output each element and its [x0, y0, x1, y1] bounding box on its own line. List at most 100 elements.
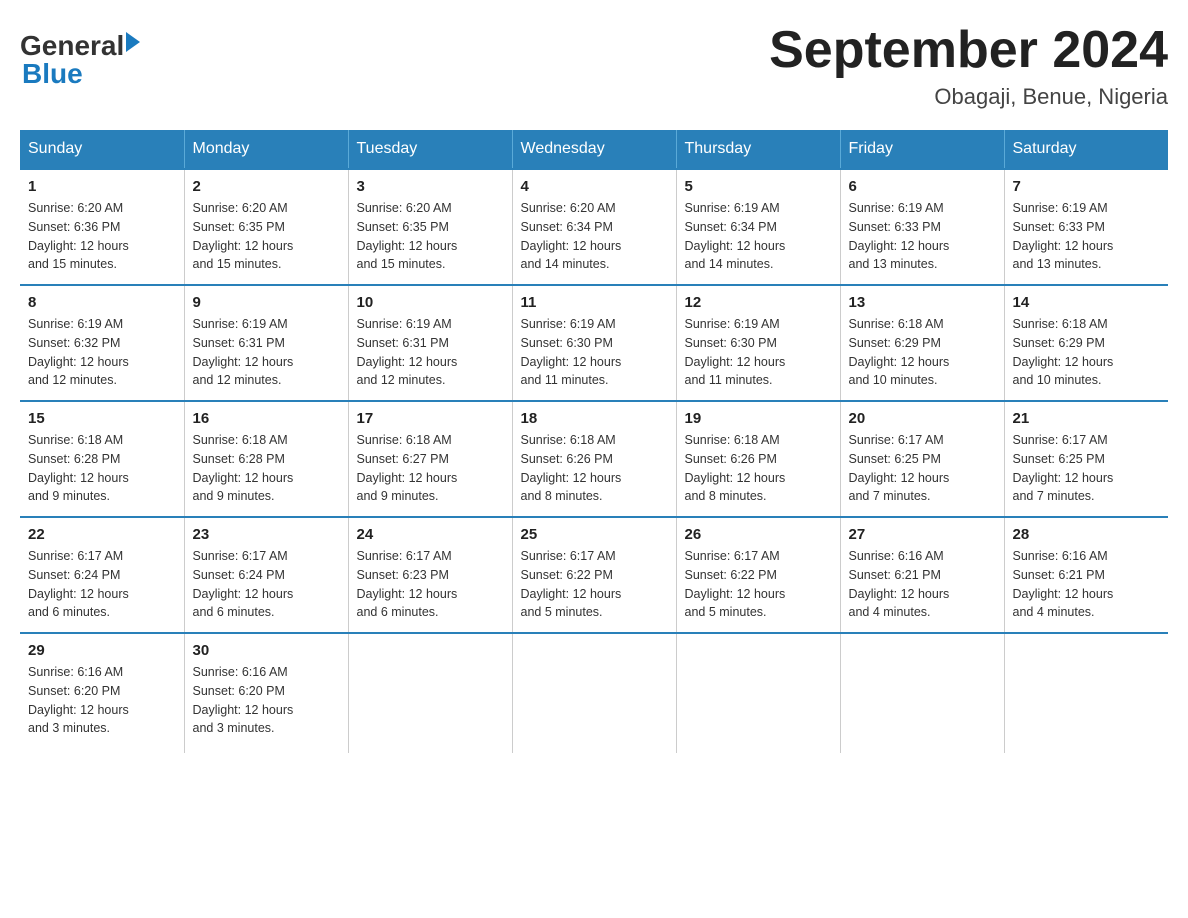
day-info: Sunrise: 6:20 AMSunset: 6:36 PMDaylight:… — [28, 199, 176, 274]
calendar-cell: 24 Sunrise: 6:17 AMSunset: 6:23 PMDayligh… — [348, 517, 512, 633]
calendar-cell — [512, 633, 676, 753]
day-number: 1 — [28, 178, 176, 195]
weekday-header-wednesday: Wednesday — [512, 130, 676, 169]
day-info: Sunrise: 6:17 AMSunset: 6:24 PMDaylight:… — [193, 547, 340, 622]
day-info: Sunrise: 6:18 AMSunset: 6:29 PMDaylight:… — [1013, 315, 1161, 390]
calendar-cell: 27 Sunrise: 6:16 AMSunset: 6:21 PMDayligh… — [840, 517, 1004, 633]
calendar-cell: 13 Sunrise: 6:18 AMSunset: 6:29 PMDayligh… — [840, 285, 1004, 401]
calendar-cell: 5 Sunrise: 6:19 AMSunset: 6:34 PMDaylight… — [676, 169, 840, 285]
day-number: 19 — [685, 410, 832, 427]
day-info: Sunrise: 6:17 AMSunset: 6:22 PMDaylight:… — [685, 547, 832, 622]
calendar-cell: 20 Sunrise: 6:17 AMSunset: 6:25 PMDayligh… — [840, 401, 1004, 517]
day-info: Sunrise: 6:19 AMSunset: 6:31 PMDaylight:… — [193, 315, 340, 390]
day-number: 23 — [193, 526, 340, 543]
weekday-header-monday: Monday — [184, 130, 348, 169]
day-number: 10 — [357, 294, 504, 311]
day-info: Sunrise: 6:17 AMSunset: 6:24 PMDaylight:… — [28, 547, 176, 622]
day-info: Sunrise: 6:18 AMSunset: 6:28 PMDaylight:… — [193, 431, 340, 506]
calendar-cell — [1004, 633, 1168, 753]
day-number: 2 — [193, 178, 340, 195]
day-number: 4 — [521, 178, 668, 195]
calendar-cell: 25 Sunrise: 6:17 AMSunset: 6:22 PMDayligh… — [512, 517, 676, 633]
day-info: Sunrise: 6:16 AMSunset: 6:21 PMDaylight:… — [849, 547, 996, 622]
day-number: 13 — [849, 294, 996, 311]
day-number: 18 — [521, 410, 668, 427]
calendar-cell: 11 Sunrise: 6:19 AMSunset: 6:30 PMDayligh… — [512, 285, 676, 401]
weekday-header-thursday: Thursday — [676, 130, 840, 169]
day-number: 16 — [193, 410, 340, 427]
day-info: Sunrise: 6:16 AMSunset: 6:21 PMDaylight:… — [1013, 547, 1161, 622]
calendar-week-row: 22 Sunrise: 6:17 AMSunset: 6:24 PMDayligh… — [20, 517, 1168, 633]
day-number: 25 — [521, 526, 668, 543]
calendar-cell — [348, 633, 512, 753]
day-number: 26 — [685, 526, 832, 543]
calendar-cell: 19Sunrise: 6:18 AMSunset: 6:26 PMDayligh… — [676, 401, 840, 517]
day-number: 8 — [28, 294, 176, 311]
calendar-cell: 7 Sunrise: 6:19 AMSunset: 6:33 PMDaylight… — [1004, 169, 1168, 285]
day-info: Sunrise: 6:17 AMSunset: 6:23 PMDaylight:… — [357, 547, 504, 622]
day-number: 11 — [521, 294, 668, 311]
day-number: 12 — [685, 294, 832, 311]
calendar-cell: 26 Sunrise: 6:17 AMSunset: 6:22 PMDayligh… — [676, 517, 840, 633]
calendar-week-row: 29 Sunrise: 6:16 AMSunset: 6:20 PMDayligh… — [20, 633, 1168, 753]
calendar-cell: 10 Sunrise: 6:19 AMSunset: 6:31 PMDayligh… — [348, 285, 512, 401]
day-number: 7 — [1013, 178, 1161, 195]
day-number: 29 — [28, 642, 176, 659]
day-number: 20 — [849, 410, 996, 427]
day-number: 17 — [357, 410, 504, 427]
weekday-header-saturday: Saturday — [1004, 130, 1168, 169]
day-number: 3 — [357, 178, 504, 195]
weekday-header-friday: Friday — [840, 130, 1004, 169]
day-info: Sunrise: 6:18 AMSunset: 6:28 PMDaylight:… — [28, 431, 176, 506]
day-number: 14 — [1013, 294, 1161, 311]
day-info: Sunrise: 6:19 AMSunset: 6:33 PMDaylight:… — [849, 199, 996, 274]
day-number: 24 — [357, 526, 504, 543]
calendar-cell: 8 Sunrise: 6:19 AMSunset: 6:32 PMDaylight… — [20, 285, 184, 401]
logo: General Blue — [20, 30, 140, 90]
day-info: Sunrise: 6:17 AMSunset: 6:25 PMDaylight:… — [849, 431, 996, 506]
day-info: Sunrise: 6:16 AMSunset: 6:20 PMDaylight:… — [193, 663, 340, 738]
calendar-cell: 9 Sunrise: 6:19 AMSunset: 6:31 PMDaylight… — [184, 285, 348, 401]
day-number: 9 — [193, 294, 340, 311]
calendar-cell: 22 Sunrise: 6:17 AMSunset: 6:24 PMDayligh… — [20, 517, 184, 633]
weekday-header-tuesday: Tuesday — [348, 130, 512, 169]
day-info: Sunrise: 6:19 AMSunset: 6:30 PMDaylight:… — [521, 315, 668, 390]
logo-blue: Blue — [22, 58, 83, 89]
calendar-week-row: 1 Sunrise: 6:20 AMSunset: 6:36 PMDaylight… — [20, 169, 1168, 285]
location-title: Obagaji, Benue, Nigeria — [769, 84, 1168, 110]
calendar-week-row: 8 Sunrise: 6:19 AMSunset: 6:32 PMDaylight… — [20, 285, 1168, 401]
calendar-cell: 15Sunrise: 6:18 AMSunset: 6:28 PMDayligh… — [20, 401, 184, 517]
calendar-header-row: SundayMondayTuesdayWednesdayThursdayFrid… — [20, 130, 1168, 169]
day-number: 28 — [1013, 526, 1161, 543]
day-number: 30 — [193, 642, 340, 659]
calendar-cell: 29Sunrise: 6:16 AMSunset: 6:20 PMDayligh… — [20, 633, 184, 753]
calendar-cell: 21Sunrise: 6:17 AMSunset: 6:25 PMDayligh… — [1004, 401, 1168, 517]
calendar-cell: 14 Sunrise: 6:18 AMSunset: 6:29 PMDayligh… — [1004, 285, 1168, 401]
calendar-cell: 18 Sunrise: 6:18 AMSunset: 6:26 PMDayligh… — [512, 401, 676, 517]
page-header: General Blue September 2024 Obagaji, Ben… — [20, 20, 1168, 110]
calendar-cell: 28 Sunrise: 6:16 AMSunset: 6:21 PMDayligh… — [1004, 517, 1168, 633]
day-number: 6 — [849, 178, 996, 195]
day-info: Sunrise: 6:18 AMSunset: 6:29 PMDaylight:… — [849, 315, 996, 390]
day-number: 22 — [28, 526, 176, 543]
logo-arrow-icon — [126, 32, 140, 52]
day-number: 5 — [685, 178, 832, 195]
calendar-cell: 6 Sunrise: 6:19 AMSunset: 6:33 PMDaylight… — [840, 169, 1004, 285]
day-info: Sunrise: 6:17 AMSunset: 6:22 PMDaylight:… — [521, 547, 668, 622]
weekday-header-sunday: Sunday — [20, 130, 184, 169]
month-title: September 2024 — [769, 20, 1168, 80]
calendar-cell — [676, 633, 840, 753]
day-info: Sunrise: 6:19 AMSunset: 6:33 PMDaylight:… — [1013, 199, 1161, 274]
day-info: Sunrise: 6:20 AMSunset: 6:35 PMDaylight:… — [193, 199, 340, 274]
day-info: Sunrise: 6:18 AMSunset: 6:26 PMDaylight:… — [521, 431, 668, 506]
calendar-cell: 17 Sunrise: 6:18 AMSunset: 6:27 PMDayligh… — [348, 401, 512, 517]
calendar-cell: 4 Sunrise: 6:20 AMSunset: 6:34 PMDaylight… — [512, 169, 676, 285]
calendar-cell — [840, 633, 1004, 753]
day-info: Sunrise: 6:19 AMSunset: 6:34 PMDaylight:… — [685, 199, 832, 274]
day-number: 21 — [1013, 410, 1161, 427]
day-info: Sunrise: 6:19 AMSunset: 6:31 PMDaylight:… — [357, 315, 504, 390]
day-info: Sunrise: 6:20 AMSunset: 6:34 PMDaylight:… — [521, 199, 668, 274]
day-info: Sunrise: 6:19 AMSunset: 6:32 PMDaylight:… — [28, 315, 176, 390]
day-info: Sunrise: 6:18 AMSunset: 6:27 PMDaylight:… — [357, 431, 504, 506]
day-number: 27 — [849, 526, 996, 543]
